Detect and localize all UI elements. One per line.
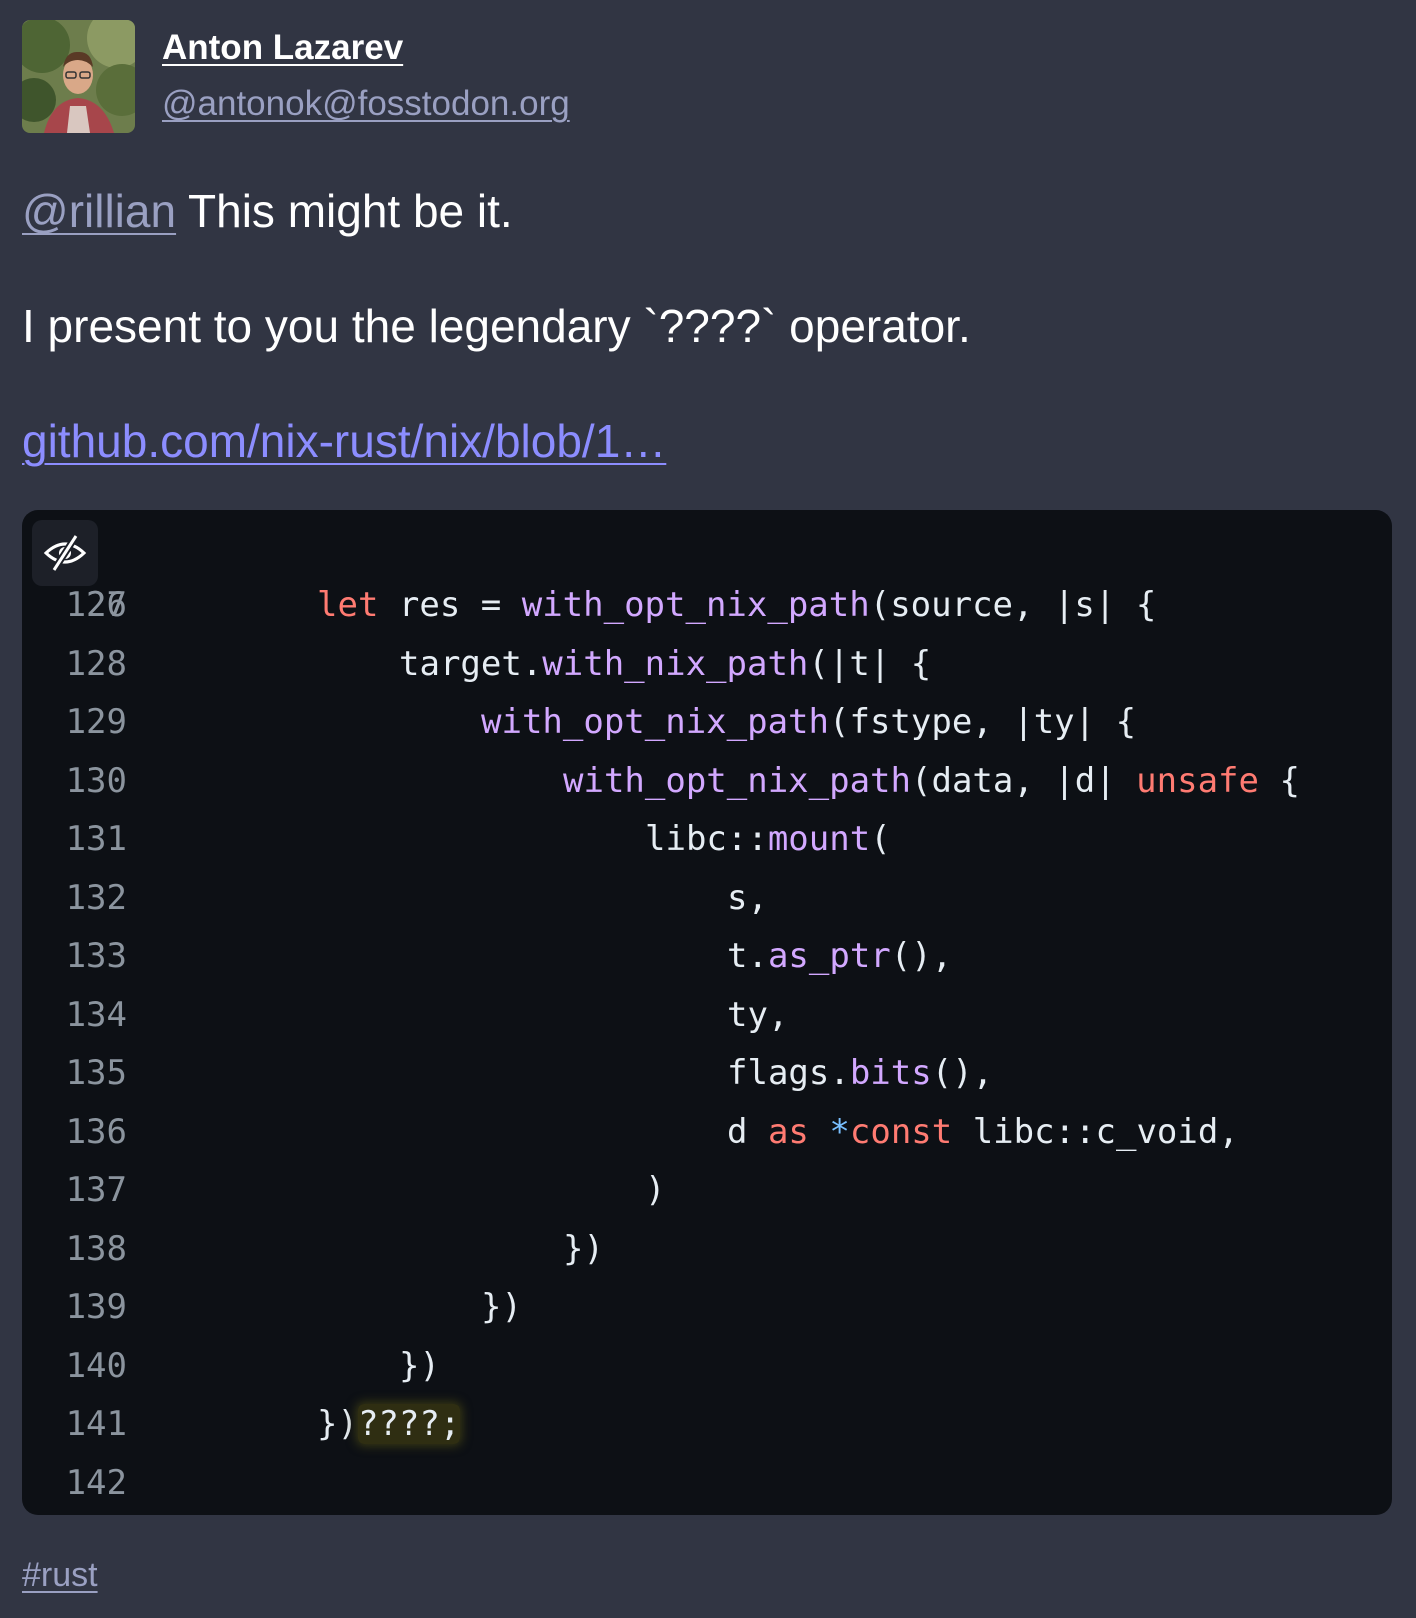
mention-link[interactable]: @rillian bbox=[22, 185, 176, 237]
post-link-paragraph: github.com/nix-rust/nix/blob/1… bbox=[22, 414, 666, 468]
code-token: target. bbox=[399, 643, 543, 684]
code-text: }) bbox=[399, 1337, 440, 1395]
code-token: d bbox=[727, 1111, 768, 1152]
post-text-line2: I present to you the legendary `????` op… bbox=[22, 300, 971, 352]
line-number: 130 bbox=[65, 760, 127, 801]
code-line: 135 flags.bits(), bbox=[22, 1044, 1392, 1102]
hide-image-button[interactable] bbox=[32, 520, 98, 586]
line-number: 141 bbox=[65, 1404, 127, 1444]
code-token: (), bbox=[890, 936, 953, 976]
code-token: as_ptr bbox=[767, 936, 891, 976]
code-line: 141})????; bbox=[22, 1395, 1392, 1453]
code-token: libc:: bbox=[645, 819, 768, 859]
code-token: unsafe bbox=[1136, 760, 1259, 801]
line-number: 137 bbox=[65, 1170, 127, 1210]
code-token: ( bbox=[870, 819, 891, 859]
code-text: t.as_ptr(), bbox=[727, 927, 952, 985]
code-token: (data, |d| bbox=[911, 760, 1137, 801]
line-number: 135 bbox=[65, 1053, 127, 1093]
code-token: * bbox=[829, 1111, 850, 1152]
code-text: s, bbox=[727, 869, 768, 927]
avatar[interactable] bbox=[22, 20, 135, 133]
code-token: (), bbox=[931, 1053, 994, 1093]
code-token: with_opt_nix_path bbox=[481, 702, 829, 742]
code-token: (fstype, |ty| { bbox=[829, 702, 1137, 742]
code-token: with_opt_nix_path bbox=[521, 585, 870, 625]
code-line: 127 let res = with_opt_nix_path(source, |… bbox=[22, 576, 1392, 634]
code-line: 138}) bbox=[22, 1220, 1392, 1278]
code-text: ty, bbox=[727, 986, 788, 1044]
code-token: }) bbox=[317, 1404, 358, 1444]
code-text: d as *const libc::c_void, bbox=[727, 1103, 1239, 1161]
post-text-line1: @rillian This might be it. bbox=[22, 184, 513, 238]
code-token: s, bbox=[727, 877, 768, 918]
code-text: target.with_nix_path(|t| { bbox=[399, 635, 931, 693]
line-number: 138 bbox=[65, 1228, 127, 1269]
code-token: with_nix_path bbox=[542, 643, 809, 684]
code-text: with_opt_nix_path(fstype, |ty| { bbox=[481, 693, 1136, 751]
line-number: 133 bbox=[65, 936, 127, 976]
code-line-partial: 26 bbox=[22, 518, 1392, 625]
code-line: 142 bbox=[22, 1454, 1392, 1512]
code-token: flags. bbox=[727, 1053, 850, 1093]
code-line: 140}) bbox=[22, 1337, 1392, 1395]
line-number: 131 bbox=[65, 819, 127, 859]
code-line: 137) bbox=[22, 1161, 1392, 1219]
code-line: 139}) bbox=[22, 1278, 1392, 1336]
hashtag-link[interactable]: #rust bbox=[22, 1556, 98, 1595]
code-text: }) bbox=[563, 1220, 604, 1278]
code-token: }) bbox=[481, 1287, 522, 1327]
line-number: 129 bbox=[65, 702, 127, 742]
code-token: bits bbox=[849, 1053, 932, 1093]
code-token: }) bbox=[563, 1228, 604, 1269]
post: Anton Lazarev @antonok@fosstodon.org @ri… bbox=[0, 0, 1416, 1618]
line-number: 142 bbox=[65, 1462, 127, 1503]
code-line: 131 libc::mount( bbox=[22, 810, 1392, 868]
code-line: 136 d as *const libc::c_void, bbox=[22, 1103, 1392, 1161]
post-text: This might be it. bbox=[176, 185, 513, 237]
code-token: { bbox=[1259, 760, 1300, 801]
line-number: 139 bbox=[65, 1287, 127, 1327]
code-token: t. bbox=[727, 936, 768, 976]
code-token: ) bbox=[645, 1170, 666, 1210]
code-text: libc::mount( bbox=[645, 810, 891, 868]
code-text: with_opt_nix_path(data, |d| unsafe { bbox=[563, 752, 1300, 810]
code-line: 128 target.with_nix_path(|t| { bbox=[22, 635, 1392, 693]
line-number: 132 bbox=[65, 877, 127, 918]
line-number: 140 bbox=[65, 1345, 127, 1386]
code-token: let bbox=[317, 585, 379, 625]
code-text: }) bbox=[481, 1278, 522, 1336]
eye-slash-icon bbox=[43, 534, 87, 572]
code-text: })????; bbox=[317, 1395, 461, 1453]
code-token: const bbox=[849, 1111, 953, 1152]
code-text: let res = with_opt_nix_path(source, |s| … bbox=[317, 576, 1156, 634]
code-token: res = bbox=[378, 585, 522, 625]
code-token: (source, |s| { bbox=[869, 585, 1157, 625]
code-text: ) bbox=[645, 1161, 665, 1219]
code-line: 134 ty, bbox=[22, 986, 1392, 1044]
code-image[interactable]: 26 127 let res = with_opt_nix_path(source… bbox=[22, 510, 1392, 1515]
github-link[interactable]: github.com/nix-rust/nix/blob/1… bbox=[22, 415, 666, 467]
code-token: mount bbox=[767, 819, 871, 859]
author-name[interactable]: Anton Lazarev bbox=[162, 28, 403, 68]
code-line: 133 t.as_ptr(), bbox=[22, 927, 1392, 985]
code-text: flags.bits(), bbox=[727, 1044, 993, 1102]
code-line: 132 s, bbox=[22, 869, 1392, 927]
code-token: libc::c_void, bbox=[952, 1111, 1239, 1152]
line-number: 136 bbox=[65, 1111, 127, 1152]
code-token: (|t| { bbox=[808, 643, 932, 684]
code-token: with_opt_nix_path bbox=[563, 760, 911, 801]
code-token: }) bbox=[399, 1345, 440, 1386]
avatar-image bbox=[22, 20, 135, 133]
highlighted-operator: ????; bbox=[357, 1404, 461, 1444]
code-line: 129 with_opt_nix_path(fstype, |ty| { bbox=[22, 693, 1392, 751]
code-line: 130 with_opt_nix_path(data, |d| unsafe { bbox=[22, 752, 1392, 810]
author-handle[interactable]: @antonok@fosstodon.org bbox=[162, 84, 570, 124]
line-number: 128 bbox=[65, 643, 127, 684]
code-token: ty, bbox=[727, 994, 789, 1035]
code-token: as bbox=[767, 1111, 809, 1152]
line-number: 134 bbox=[65, 994, 127, 1035]
